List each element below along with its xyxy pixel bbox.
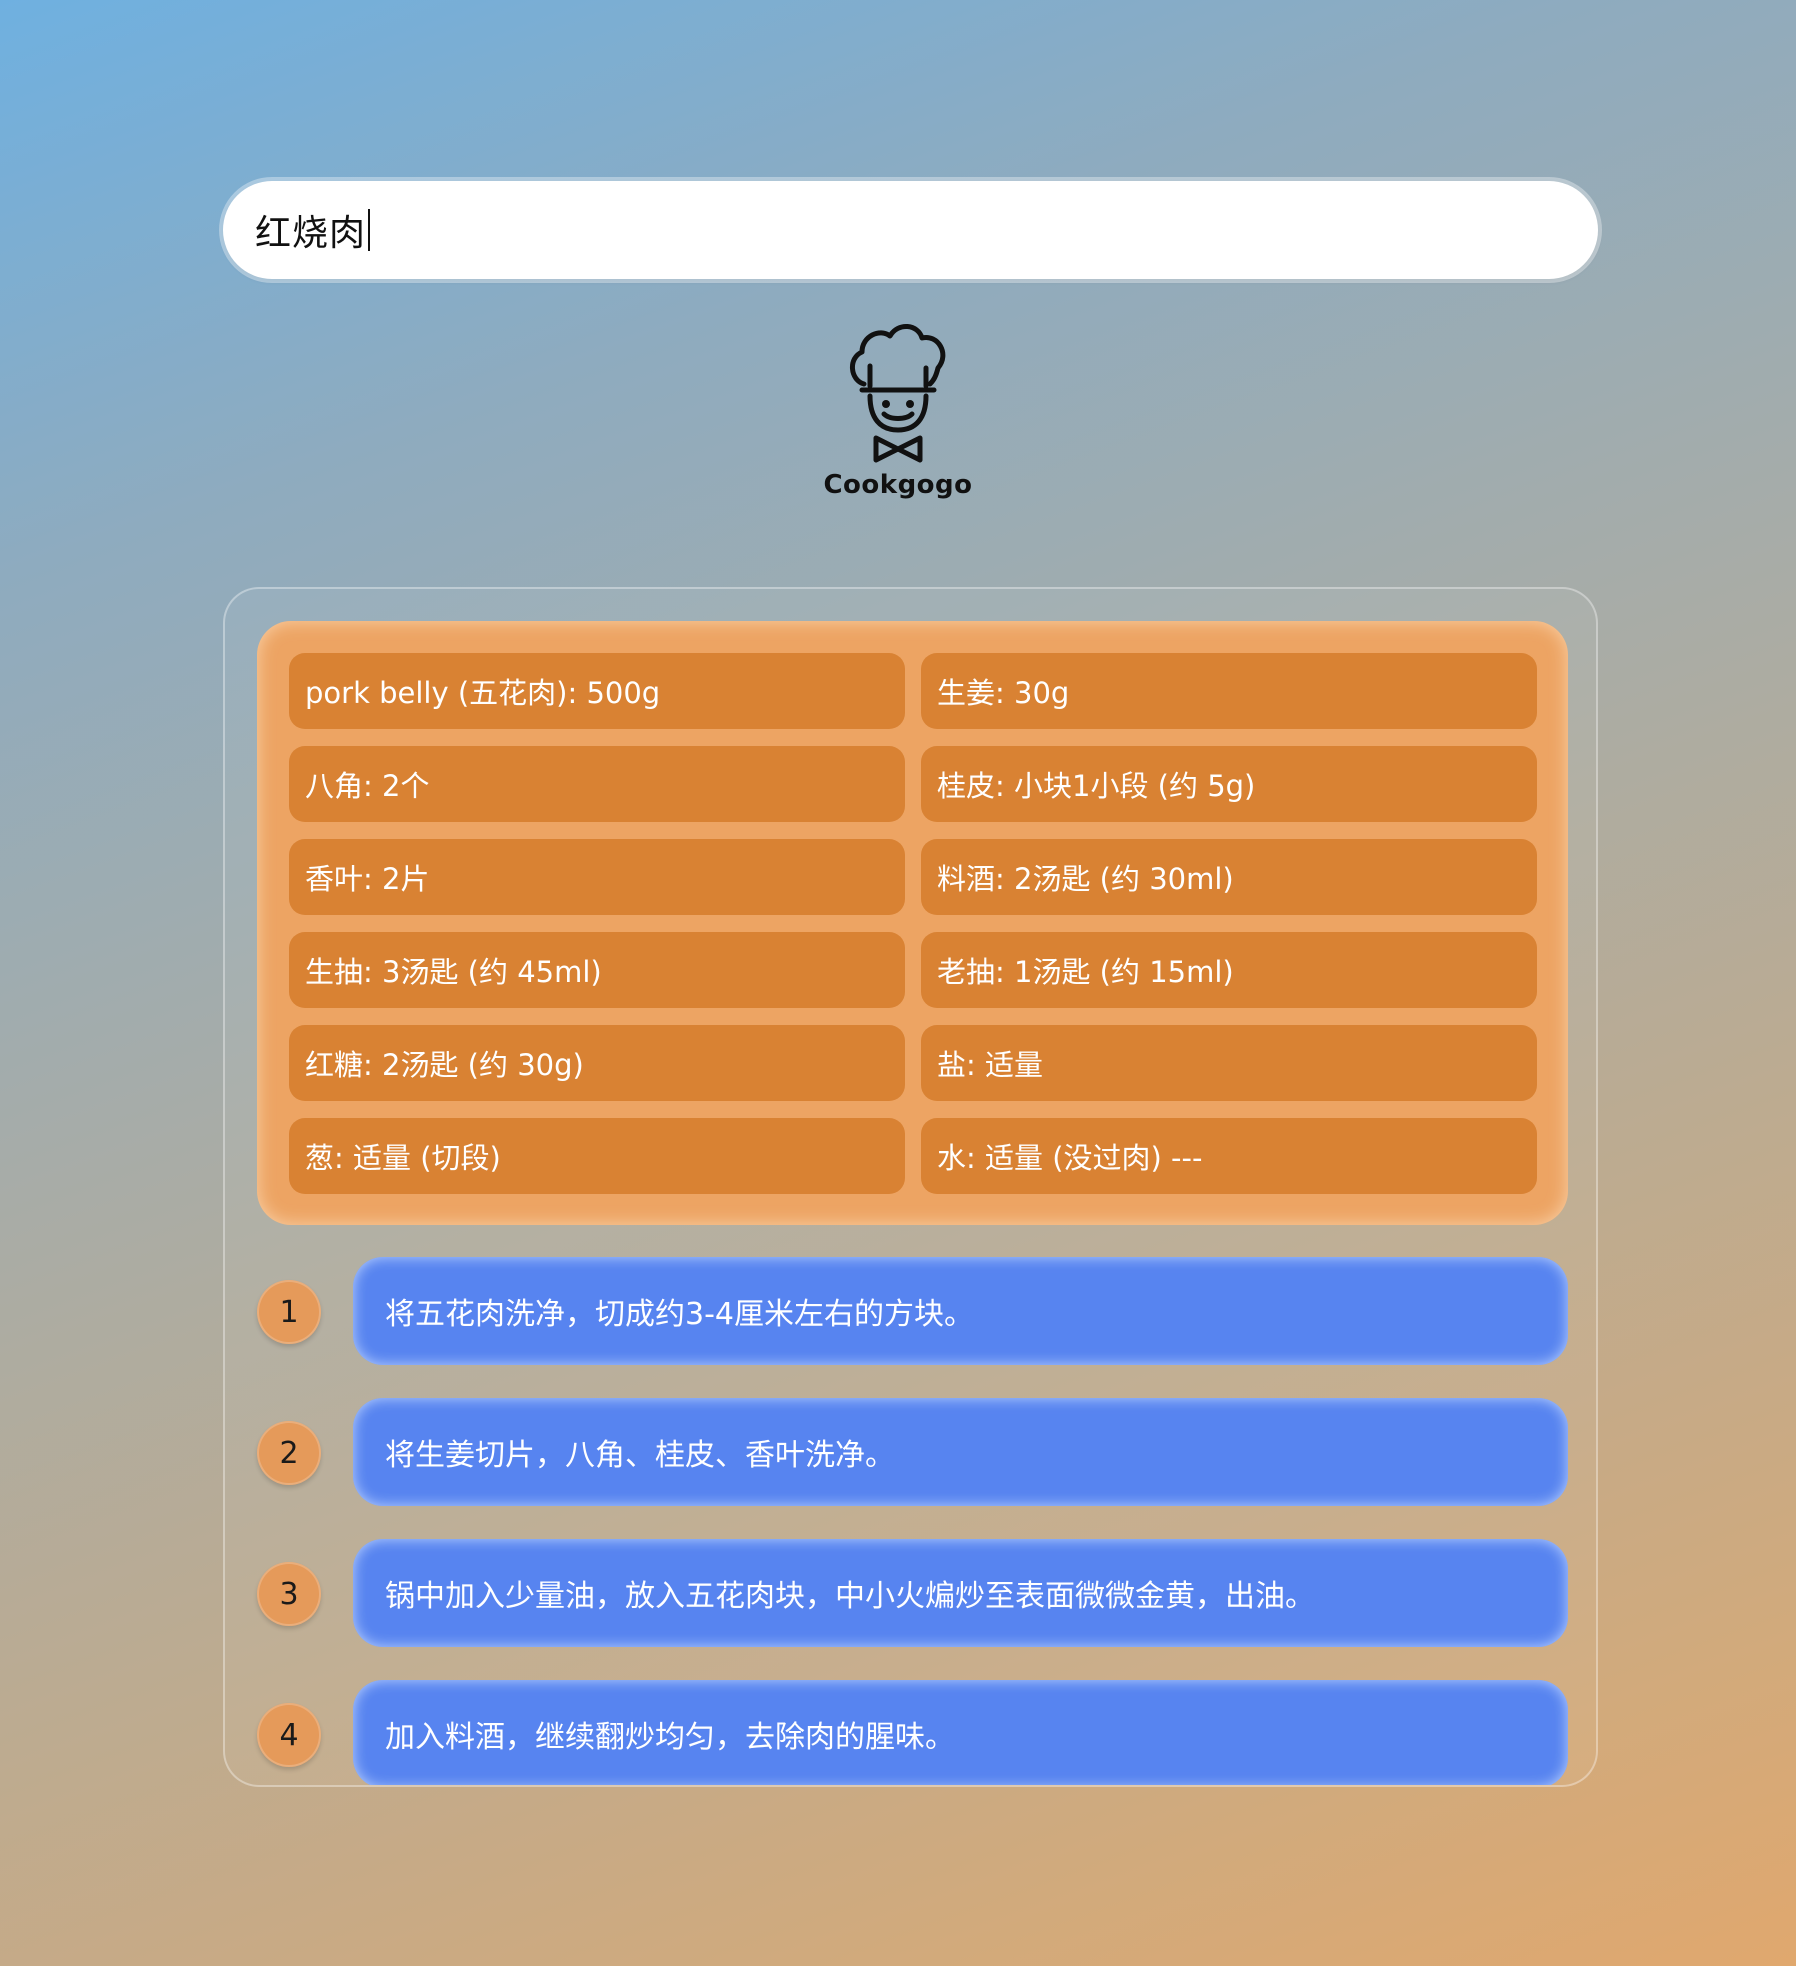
- ingredient-item: pork belly (五花肉): 500g: [289, 653, 905, 729]
- logo-wordmark: Cookgogo: [823, 470, 973, 500]
- chef-icon: [850, 324, 946, 463]
- ingredients-panel: pork belly (五花肉): 500g 生姜: 30g 八角: 2个 桂皮…: [257, 621, 1568, 1225]
- step-item: 3 锅中加入少量油，放入五花肉块，中小火煸炒至表面微微金黄，出油。: [257, 1539, 1568, 1649]
- recipe-card[interactable]: pork belly (五花肉): 500g 生姜: 30g 八角: 2个 桂皮…: [223, 587, 1598, 1787]
- ingredient-item: 葱: 适量 (切段): [289, 1118, 905, 1194]
- ingredient-item: 红糖: 2汤匙 (约 30g): [289, 1025, 905, 1101]
- ingredient-item: 生姜: 30g: [921, 653, 1537, 729]
- ingredient-item: 香叶: 2片: [289, 839, 905, 915]
- step-text: 加入料酒，继续翻炒均匀，去除肉的腥味。: [353, 1680, 1568, 1785]
- search-input-value: 红烧肉: [255, 213, 367, 254]
- recipe-search-input[interactable]: 红烧肉: [223, 181, 1598, 279]
- ingredient-item: 桂皮: 小块1小段 (约 5g): [921, 746, 1537, 822]
- ingredient-item: 料酒: 2汤匙 (约 30ml): [921, 839, 1537, 915]
- step-number-badge: 1: [257, 1280, 321, 1344]
- ingredient-item: 八角: 2个: [289, 746, 905, 822]
- step-item: 4 加入料酒，继续翻炒均匀，去除肉的腥味。: [257, 1680, 1568, 1785]
- step-text: 锅中加入少量油，放入五花肉块，中小火煸炒至表面微微金黄，出油。: [353, 1539, 1568, 1647]
- steps-list: 1 将五花肉洗净，切成约3-4厘米左右的方块。 2 将生姜切片，八角、桂皮、香叶…: [257, 1257, 1568, 1785]
- step-item: 1 将五花肉洗净，切成约3-4厘米左右的方块。: [257, 1257, 1568, 1367]
- cookgogo-logo: Cookgogo: [823, 318, 973, 508]
- step-text: 将五花肉洗净，切成约3-4厘米左右的方块。: [353, 1257, 1568, 1365]
- ingredient-item: 生抽: 3汤匙 (约 45ml): [289, 932, 905, 1008]
- step-number-badge: 4: [257, 1703, 321, 1767]
- ingredient-item: 盐: 适量: [921, 1025, 1537, 1101]
- ingredient-item: 老抽: 1汤匙 (约 15ml): [921, 932, 1537, 1008]
- text-caret: [368, 209, 371, 251]
- step-text: 将生姜切片，八角、桂皮、香叶洗净。: [353, 1398, 1568, 1506]
- step-number-badge: 3: [257, 1562, 321, 1626]
- ingredient-item: 水: 适量 (没过肉) ---: [921, 1118, 1537, 1194]
- step-item: 2 将生姜切片，八角、桂皮、香叶洗净。: [257, 1398, 1568, 1508]
- step-number-badge: 2: [257, 1421, 321, 1485]
